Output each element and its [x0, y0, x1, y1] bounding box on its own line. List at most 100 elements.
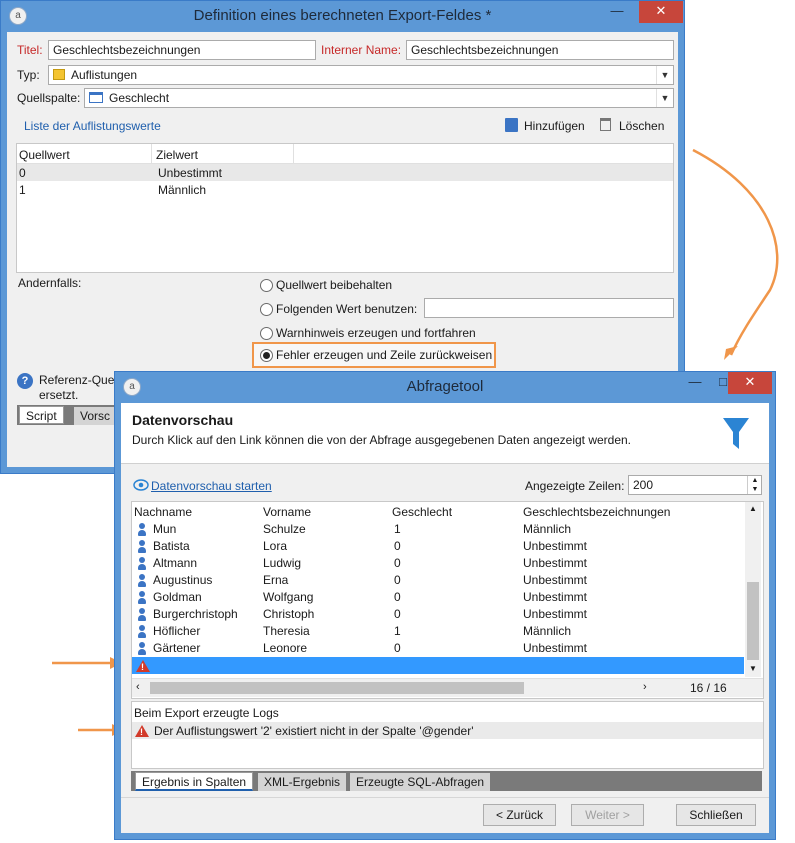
scroll-left-icon[interactable]: ‹	[136, 681, 140, 693]
column-header[interactable]: Nachname	[134, 505, 192, 519]
column-header[interactable]: Zielwert	[156, 148, 198, 162]
vorname-cell: Theresia	[263, 624, 310, 638]
nachname-cell: Burgerchristoph	[153, 607, 238, 621]
option-wert-label[interactable]: Folgenden Wert benutzen:	[276, 302, 417, 316]
result-table[interactable]: Nachname Vorname Geschlecht Geschlechtsb…	[131, 501, 764, 699]
column-divider	[151, 144, 152, 163]
datenvorschau-link[interactable]: Datenvorschau starten	[151, 479, 272, 493]
table-row[interactable]: Batista Lora 0 Unbestimmt	[132, 538, 744, 555]
log-entry[interactable]: ! Der Auflistungswert '2' existiert nich…	[132, 722, 763, 739]
log-message: Der Auflistungswert '2' existiert nicht …	[154, 724, 474, 738]
geschlecht-cell: 0	[394, 573, 401, 587]
close-button[interactable]: ✕	[639, 1, 683, 23]
error-icon: !	[135, 725, 149, 737]
scroll-thumb[interactable]	[747, 582, 759, 660]
selected-error-row[interactable]: !	[132, 657, 744, 674]
scroll-down-icon[interactable]: ▼	[745, 664, 761, 673]
option-wert-radio[interactable]	[260, 303, 273, 316]
tab-vorschau[interactable]: Vorsc	[74, 407, 117, 425]
hinzufuegen-button[interactable]: Hinzufügen	[524, 119, 585, 133]
option-warnhinweis-label[interactable]: Warnhinweis erzeugen und fortfahren	[276, 326, 476, 340]
interner-name-field[interactable]: Geschlechtsbezeichnungen	[406, 40, 674, 60]
scroll-thumb[interactable]	[150, 682, 524, 694]
folgender-wert-field[interactable]	[424, 298, 674, 318]
abfragetool-client: Datenvorschau Durch Klick auf den Link k…	[121, 403, 769, 833]
option-warnhinweis-radio[interactable]	[260, 327, 273, 340]
abfragetool-titlebar: a Abfragetool — □ ✕	[115, 372, 775, 402]
footer-divider	[121, 797, 769, 798]
add-icon	[505, 118, 518, 132]
logs-panel: Beim Export erzeugte Logs ! Der Auflistu…	[131, 701, 764, 769]
quellspalte-label: Quellspalte:	[17, 91, 81, 105]
vorname-cell: Ludwig	[263, 556, 302, 570]
bezeichnung-cell: Männlich	[523, 522, 572, 536]
close-dialog-button[interactable]: Schließen	[676, 804, 756, 826]
minimize-button[interactable]: —	[595, 1, 639, 23]
typ-select[interactable]: Auflistungen ▼	[48, 65, 674, 85]
nachname-cell: Höflicher	[153, 624, 201, 638]
stepper-up-icon[interactable]: ▲	[747, 476, 762, 485]
geschlecht-cell: 0	[394, 641, 401, 655]
eye-icon	[133, 479, 149, 491]
next-button-label: Weiter >	[585, 808, 630, 822]
vorname-cell: Lora	[263, 539, 288, 553]
table-row[interactable]: 1 Männlich	[17, 181, 673, 198]
bezeichnung-cell: Unbestimmt	[523, 641, 588, 655]
close-button[interactable]: ✕	[728, 372, 772, 394]
table-row[interactable]: Altmann Ludwig 0 Unbestimmt	[132, 555, 744, 572]
logs-title: Beim Export erzeugte Logs	[134, 706, 279, 720]
person-icon	[138, 574, 146, 588]
definition-titlebar: a Definition eines berechneten Export-Fe…	[1, 1, 684, 31]
angezeigte-zeilen-stepper[interactable]: 200	[628, 475, 762, 495]
zielwert-cell: Männlich	[158, 183, 207, 197]
typ-value: Auflistungen	[71, 68, 138, 82]
person-icon	[138, 591, 146, 605]
chevron-down-icon: ▼	[656, 89, 673, 107]
stepper-down-icon[interactable]: ▼	[747, 485, 762, 494]
next-button[interactable]: Weiter >	[571, 804, 644, 826]
horizontal-scrollbar[interactable]: ‹ › 16 / 16	[132, 678, 763, 697]
geschlecht-cell: 0	[394, 607, 401, 621]
liste-auflistungswerte-link[interactable]: Liste der Auflistungswerte	[24, 119, 161, 133]
scroll-up-icon[interactable]: ▲	[745, 504, 761, 513]
nachname-cell: Altmann	[153, 556, 198, 570]
auflistung-table[interactable]: Quellwert Zielwert 0 Unbestimmt 1 Männli…	[16, 143, 674, 273]
tab-erzeugte-sql[interactable]: Erzeugte SQL-Abfragen	[350, 773, 491, 791]
header-panel: Datenvorschau Durch Klick auf den Link k…	[121, 403, 769, 464]
titel-field[interactable]: Geschlechtsbezeichnungen	[48, 40, 316, 60]
quellspalte-select[interactable]: Geschlecht ▼	[84, 88, 674, 108]
vorname-cell: Wolfgang	[263, 590, 314, 604]
column-icon	[89, 92, 103, 103]
table-row[interactable]: Burgerchristoph Christoph 0 Unbestimmt	[132, 606, 744, 623]
loeschen-button[interactable]: Löschen	[619, 119, 664, 133]
back-button[interactable]: < Zurück	[483, 804, 556, 826]
vorname-cell: Christoph	[263, 607, 315, 621]
person-icon	[138, 642, 146, 656]
table-row[interactable]: 0 Unbestimmt	[17, 164, 673, 181]
table-row[interactable]: Höflicher Theresia 1 Männlich	[132, 623, 744, 640]
option-fehler-radio[interactable]	[260, 349, 273, 362]
tab-script[interactable]: Script	[19, 406, 64, 424]
table-row[interactable]: Augustinus Erna 0 Unbestimmt	[132, 572, 744, 589]
geschlecht-cell: 0	[394, 539, 401, 553]
option-fehler-label[interactable]: Fehler erzeugen und Zeile zurückweisen	[276, 348, 492, 362]
close-button-label: Schließen	[689, 808, 743, 822]
column-header[interactable]: Quellwert	[19, 148, 70, 162]
table-row[interactable]: Goldman Wolfgang 0 Unbestimmt	[132, 589, 744, 606]
table-row[interactable]: Mun Schulze 1 Männlich	[132, 521, 744, 538]
option-quellwert-radio[interactable]	[260, 279, 273, 292]
scroll-right-icon[interactable]: ›	[643, 681, 647, 693]
filter-icon	[723, 418, 749, 449]
bezeichnung-cell: Männlich	[523, 624, 572, 638]
geschlecht-cell: 0	[394, 590, 401, 604]
column-header[interactable]: Geschlecht	[392, 505, 452, 519]
vertical-scrollbar[interactable]: ▲ ▼	[745, 502, 761, 677]
tab-xml-ergebnis[interactable]: XML-Ergebnis	[258, 773, 347, 791]
column-header[interactable]: Geschlechtsbezeichnungen	[523, 505, 670, 519]
tab-ergebnis-in-spalten[interactable]: Ergebnis in Spalten	[135, 772, 254, 791]
info-text-line2: ersetzt.	[39, 388, 79, 402]
table-header: Quellwert Zielwert	[17, 144, 673, 164]
option-quellwert-label[interactable]: Quellwert beibehalten	[276, 278, 392, 292]
table-row[interactable]: Gärtener Leonore 0 Unbestimmt	[132, 640, 744, 657]
column-header[interactable]: Vorname	[263, 505, 311, 519]
